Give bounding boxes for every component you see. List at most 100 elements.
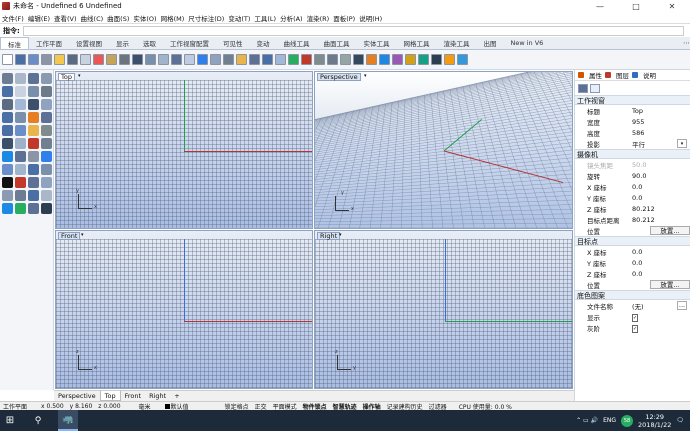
left-tool-icon[interactable] — [15, 151, 26, 162]
tab-item[interactable]: 网格工具 — [397, 37, 437, 49]
left-tool-icon[interactable] — [2, 177, 13, 188]
toolbar-tool-icon[interactable] — [28, 54, 39, 65]
tab-item[interactable]: 选取 — [136, 37, 163, 49]
toolbar-tool-icon[interactable] — [184, 54, 195, 65]
toolbar-tool-icon[interactable] — [379, 54, 390, 65]
row-value[interactable]: 0.0 — [630, 183, 690, 191]
chevron-down-icon[interactable]: ▾ — [364, 73, 370, 81]
left-tool-icon[interactable] — [41, 203, 52, 214]
left-tool-icon[interactable] — [15, 164, 26, 175]
left-tool-icon[interactable] — [2, 86, 13, 97]
toolbar-tool-icon[interactable] — [275, 54, 286, 65]
left-tool-icon[interactable] — [28, 86, 39, 97]
left-tool-icon[interactable] — [28, 203, 39, 214]
left-tool-icon[interactable] — [41, 138, 52, 149]
row-value[interactable]: 80.212 — [630, 216, 690, 224]
menu-item[interactable]: 工具(L) — [252, 13, 278, 23]
row-value[interactable]: 0.0 — [630, 259, 690, 267]
close-button[interactable]: ✕ — [654, 0, 690, 12]
row-value[interactable]: 0.0 — [630, 270, 690, 278]
start-button[interactable]: ⊞ — [0, 410, 20, 431]
checkbox[interactable]: ✓ — [632, 324, 639, 333]
toolbar-tool-icon[interactable] — [301, 54, 312, 65]
toolbar-tool-icon[interactable] — [15, 54, 26, 65]
tab-item[interactable]: 显示 — [109, 37, 136, 49]
left-tool-icon[interactable] — [15, 138, 26, 149]
status-badge[interactable]: 58 — [621, 414, 634, 427]
left-tool-icon[interactable] — [41, 86, 52, 97]
viewport-properties-icon[interactable] — [578, 83, 588, 93]
menu-item[interactable]: 尺寸标注(D) — [186, 13, 226, 23]
menu-item[interactable]: 说明(H) — [357, 13, 384, 23]
tab-item[interactable]: 曲面工具 — [317, 37, 357, 49]
toolbar-tool-icon[interactable] — [132, 54, 143, 65]
left-tool-icon[interactable] — [2, 138, 13, 149]
add-viewport-tab-icon[interactable]: + — [170, 391, 183, 401]
left-tool-icon[interactable] — [28, 112, 39, 123]
tab-item[interactable]: 设置视图 — [69, 37, 109, 49]
menu-item[interactable]: 分析(A) — [278, 13, 305, 23]
command-input[interactable] — [22, 25, 684, 36]
viewport-title-perspective[interactable]: Perspective — [317, 73, 361, 81]
language-indicator[interactable]: ENG — [603, 417, 616, 424]
toolbar-tool-icon[interactable] — [392, 54, 403, 65]
left-tool-icon[interactable] — [2, 125, 13, 136]
tab-item[interactable]: 渲染工具 — [437, 37, 477, 49]
target-place-button[interactable]: 放置... — [650, 280, 690, 289]
notification-icon[interactable]: 🗨 — [676, 417, 684, 424]
toolbar-tool-icon[interactable] — [444, 54, 455, 65]
left-tool-icon[interactable] — [15, 125, 26, 136]
rhino-app-icon[interactable]: 🦏 — [58, 410, 78, 431]
toolbar-tool-icon[interactable] — [340, 54, 351, 65]
row-value[interactable]: ✓ — [630, 324, 690, 333]
panel-tab[interactable]: 图层 — [605, 70, 629, 80]
row-value[interactable]: 90.0 — [630, 172, 690, 180]
toolbar-tool-icon[interactable] — [158, 54, 169, 65]
menu-item[interactable]: 面板(P) — [331, 13, 357, 23]
row-value[interactable]: 586 — [630, 129, 690, 137]
left-tool-icon[interactable] — [2, 203, 13, 214]
search-icon[interactable]: ⚲ — [28, 410, 48, 431]
tab-item[interactable]: 可见性 — [216, 37, 250, 49]
left-tool-icon[interactable] — [28, 125, 39, 136]
left-tool-icon[interactable] — [15, 73, 26, 84]
menu-item[interactable]: 变动(T) — [226, 13, 252, 23]
left-tool-icon[interactable] — [28, 73, 39, 84]
toolbar-tool-icon[interactable] — [41, 54, 52, 65]
tab-item[interactable]: 工作视窗配置 — [163, 37, 216, 49]
toolbar-tool-icon[interactable] — [210, 54, 221, 65]
chevron-down-icon[interactable]: ▾ — [339, 232, 345, 240]
menu-item[interactable]: 网格(M) — [159, 13, 187, 23]
left-tool-icon[interactable] — [15, 86, 26, 97]
toolbar-tool-icon[interactable] — [366, 54, 377, 65]
left-tool-icon[interactable] — [28, 138, 39, 149]
tab-item[interactable]: 变动 — [250, 37, 277, 49]
menu-item[interactable]: 查看(V) — [52, 13, 79, 23]
viewport-tab[interactable]: Right — [145, 391, 170, 401]
viewport-title-front[interactable]: Front — [58, 232, 81, 240]
camera-place-button[interactable]: 放置... — [650, 226, 690, 235]
left-tool-icon[interactable] — [2, 73, 13, 84]
tab-item[interactable]: 出图 — [477, 37, 504, 49]
toolbar-tool-icon[interactable] — [80, 54, 91, 65]
row-value[interactable]: 80.212 — [630, 205, 690, 213]
panel-tab[interactable]: 属性 — [578, 70, 602, 80]
checkbox[interactable]: ✓ — [632, 313, 639, 322]
row-value[interactable]: (无) — [630, 301, 677, 311]
tab-item[interactable]: 标准 — [0, 37, 29, 49]
object-properties-icon[interactable] — [590, 83, 600, 93]
tab-item[interactable]: New in V6 — [504, 37, 551, 49]
toolbar-tool-icon[interactable] — [145, 54, 156, 65]
viewport-top[interactable]: Top ▾ y x — [55, 71, 313, 229]
toolbar-tool-icon[interactable] — [93, 54, 104, 65]
left-tool-icon[interactable] — [41, 125, 52, 136]
tab-item[interactable]: 实体工具 — [357, 37, 397, 49]
left-tool-icon[interactable] — [2, 164, 13, 175]
toolbar-tool-icon[interactable] — [405, 54, 416, 65]
toolbar-tool-icon[interactable] — [418, 54, 429, 65]
row-value[interactable]: 平行 — [630, 139, 677, 149]
tab-item[interactable]: 曲线工具 — [277, 37, 317, 49]
left-tool-icon[interactable] — [2, 112, 13, 123]
row-value[interactable]: ✓ — [630, 313, 690, 322]
left-tool-icon[interactable] — [15, 203, 26, 214]
